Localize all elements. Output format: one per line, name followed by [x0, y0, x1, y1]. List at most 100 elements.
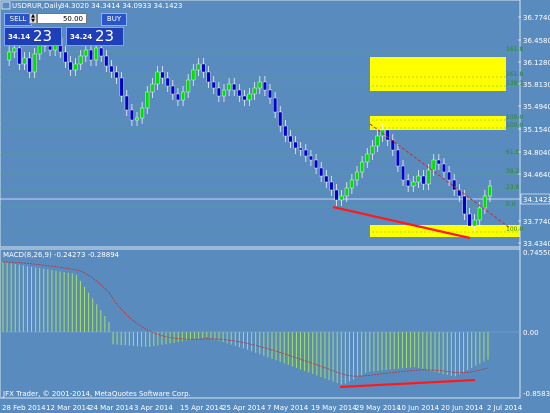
- date-tick-label: 28 Feb 2014: [2, 404, 46, 412]
- candle-body: [242, 95, 247, 101]
- candle-body: [344, 187, 349, 197]
- price-tick-label: 34.4640: [523, 171, 550, 179]
- candle-body: [206, 71, 211, 83]
- candle-body: [48, 45, 53, 51]
- candle-body: [467, 213, 472, 227]
- candle-body: [216, 87, 221, 97]
- candle-body: [196, 63, 201, 71]
- chart-canvas[interactable]: 161.8 161.8 138.2 100.0100.0 61.8 38.2 23.6 0.0…: [0, 0, 550, 413]
- candle-body: [278, 111, 283, 127]
- candle-body: [283, 125, 288, 137]
- candle-body: [349, 179, 354, 189]
- candle-body: [211, 81, 216, 89]
- candle-body: [88, 49, 93, 61]
- bid-price-prefix: 34.14: [8, 33, 31, 41]
- ask-quote[interactable]: 34.24 23: [66, 27, 124, 46]
- candle-body: [160, 71, 165, 79]
- macd-pane-border: [0, 248, 521, 399]
- bid-price-pips: 23: [33, 27, 53, 45]
- candle-body: [370, 145, 375, 155]
- macd-zero-label: 0.00: [523, 329, 539, 337]
- fib-level-label: 23.6: [506, 184, 520, 191]
- candle-body: [114, 71, 119, 79]
- candle-body: [83, 49, 88, 57]
- candle-body: [401, 165, 406, 181]
- date-tick-label: 20 Jun 2014: [441, 404, 484, 412]
- candle-body: [32, 53, 37, 73]
- date-tick-label: 15 Apr 2014: [180, 404, 224, 412]
- macd-max-label: 0.745508: [523, 249, 550, 257]
- candle-body: [324, 175, 329, 183]
- fib-level-label: 100.0: [506, 114, 523, 121]
- candle-body: [288, 135, 293, 143]
- candle-body: [78, 55, 83, 65]
- candle-body: [237, 89, 242, 97]
- lot-spinner[interactable]: ▲ ▼: [29, 13, 37, 24]
- bid-quote[interactable]: 34.14 23: [4, 27, 62, 46]
- candle-body: [441, 163, 446, 173]
- candle-body: [150, 83, 155, 93]
- candle-body: [27, 57, 32, 73]
- date-tick-label: 19 May 2014: [311, 404, 357, 412]
- candle-body: [170, 85, 175, 95]
- date-tick-label: 12 Mar 2014: [46, 404, 91, 412]
- candle-body: [232, 83, 237, 91]
- price-tick-label: 34.8040: [523, 149, 550, 157]
- ask-price-pips: 23: [95, 27, 115, 45]
- candle-body: [411, 181, 416, 187]
- candle-body: [22, 57, 27, 65]
- candle-body: [426, 169, 431, 185]
- candle-body: [94, 47, 99, 61]
- candle-body: [472, 219, 477, 227]
- candle-body: [124, 95, 129, 111]
- date-tick-label: 10 Jun 2014: [397, 404, 440, 412]
- sell-button[interactable]: SELL: [4, 13, 32, 26]
- candle-body: [375, 135, 380, 147]
- candle-body: [221, 89, 226, 97]
- candle-body: [140, 107, 145, 119]
- candle-body: [119, 77, 124, 97]
- candle-body: [268, 89, 273, 99]
- price-tick-label: 35.1540: [523, 126, 550, 134]
- fib-level-label: 161.8: [506, 71, 523, 78]
- price-tick-label: 33.4340: [523, 240, 550, 248]
- chart-window[interactable]: 161.8 161.8 138.2 100.0 100.0 61.8 38.2 23.6 0.0…: [0, 0, 550, 413]
- price-tick-label: 35.4940: [523, 103, 550, 111]
- candle-body: [354, 171, 359, 181]
- candle-body: [308, 155, 313, 161]
- date-tick-label: 24 Mar 2014: [89, 404, 134, 412]
- candle-body: [339, 195, 344, 201]
- candle-body: [436, 159, 441, 165]
- price-tick-label: 35.8130: [523, 81, 550, 89]
- candle-body: [247, 93, 252, 101]
- candle-body: [447, 171, 452, 181]
- fib-level-label: 0.0: [506, 201, 516, 208]
- candle-body: [395, 149, 400, 167]
- candle-body: [273, 97, 278, 113]
- candle-body: [227, 83, 232, 91]
- fib-zone-lower: [370, 225, 520, 237]
- candle-body: [257, 81, 262, 89]
- candle-body: [252, 87, 257, 95]
- fib-level-label: 61.8: [506, 149, 520, 156]
- fib-level-label: 161.8: [506, 46, 523, 53]
- candle-body: [17, 47, 22, 65]
- candle-body: [298, 147, 303, 151]
- candle-body: [477, 207, 482, 221]
- candle-body: [390, 139, 395, 151]
- macd-title: MACD(8,26,9) -0.24273 -0.28894: [3, 251, 120, 259]
- candle-body: [406, 179, 411, 187]
- dashed-trendline: [369, 123, 511, 229]
- candle-body: [186, 79, 191, 93]
- date-tick-label: 29 May 2014: [355, 404, 401, 412]
- macd-signal-line: [2, 261, 489, 377]
- candle-body: [12, 47, 17, 53]
- lot-size-input[interactable]: 50.00: [37, 13, 87, 24]
- candle-body: [201, 63, 206, 73]
- buy-button[interactable]: BUY: [101, 13, 127, 26]
- candle-body: [175, 93, 180, 101]
- candle-body: [191, 69, 196, 81]
- candle-body: [462, 195, 467, 215]
- macd-min-label: -0.858306: [523, 390, 550, 398]
- candle-body: [365, 153, 370, 163]
